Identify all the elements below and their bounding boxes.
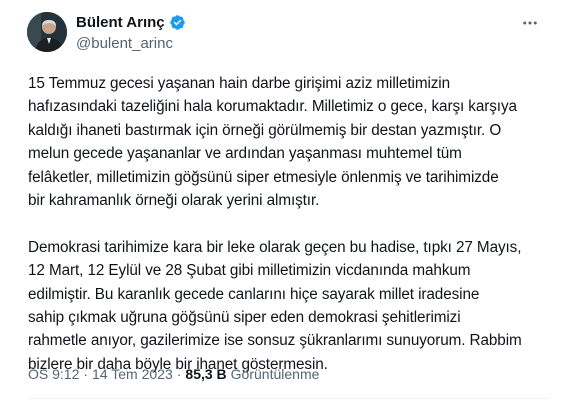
author-name-row: Bülent Arınç: [76, 14, 186, 31]
tweet-time-link[interactable]: ÖS 9:12 · 14 Tem 2023: [28, 366, 173, 382]
meta-separator: ·: [83, 366, 89, 382]
tweet-paragraph-1: 15 Temmuz gecesi yaşanan hain darbe giri…: [28, 75, 517, 210]
tweet-meta: ÖS 9:12 · 14 Tem 2023 · 85,3 B Görüntülenm…: [28, 366, 319, 382]
tweet-text: 15 Temmuz gecesi yaşanan hain darbe giri…: [28, 72, 543, 376]
tweet-paragraph-2: Demokrasi tarihimize kara bir leke olara…: [28, 238, 522, 373]
more-horizontal-icon: [523, 21, 537, 25]
tweet-date: 14 Tem 2023: [92, 366, 173, 382]
more-options-button[interactable]: [519, 12, 541, 34]
author-handle[interactable]: @bulent_arinc: [76, 35, 173, 52]
views-label: Görüntülenme: [230, 366, 320, 382]
verified-badge-icon: [169, 14, 186, 31]
author-name[interactable]: Bülent Arınç: [76, 14, 165, 31]
divider: [28, 398, 549, 399]
tweet-card: Bülent Arınç @bulent_arinc 15 Temmuz gec…: [0, 0, 565, 404]
meta-separator-2: ·: [176, 366, 182, 382]
views-count: 85,3 B: [185, 366, 227, 382]
avatar[interactable]: [27, 12, 67, 52]
tweet-time: ÖS 9:12: [28, 366, 80, 382]
